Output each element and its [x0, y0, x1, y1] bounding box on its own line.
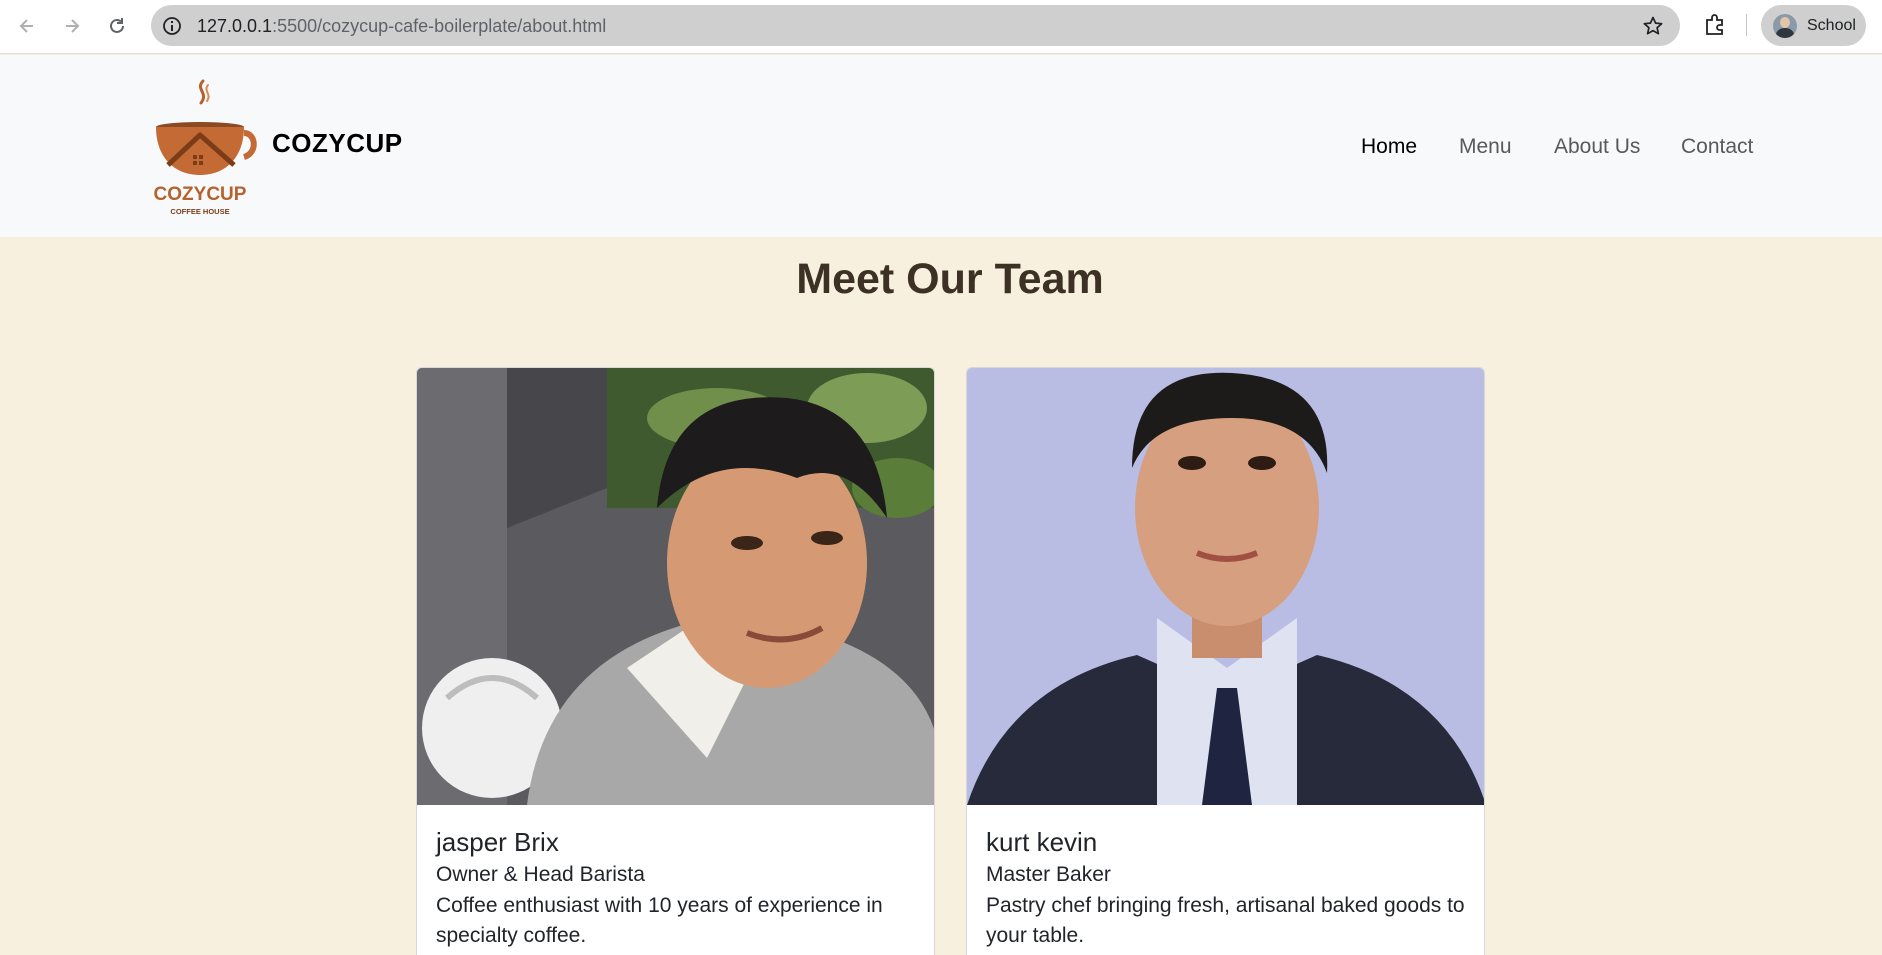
team-member-name: jasper Brix [436, 827, 559, 857]
nav-link-menu[interactable]: Menu [1459, 135, 1512, 159]
reload-button[interactable] [102, 11, 132, 41]
toolbar-divider [1746, 14, 1747, 36]
browser-toolbar: 127.0.0.1:5500/cozycup-cafe-boilerplate/… [0, 0, 1882, 54]
team-card: kurt kevin Master Baker Pastry chef brin… [966, 367, 1485, 955]
nav-link-contact[interactable]: Contact [1681, 135, 1753, 159]
site-info-icon[interactable] [161, 15, 183, 37]
team-card: jasper Brix Owner & Head Barista Coffee … [416, 367, 935, 955]
team-member-role: Owner & Head Barista [436, 863, 645, 886]
back-button[interactable] [12, 11, 42, 41]
nav-link-about-us[interactable]: About Us [1554, 135, 1640, 159]
forward-button[interactable] [57, 11, 87, 41]
logo-subtext: COFFEE HOUSE [170, 207, 229, 216]
logo-text: COZYCUP [154, 184, 247, 205]
profile-button[interactable]: School [1761, 5, 1866, 46]
team-member-name: kurt kevin [986, 827, 1098, 857]
site-header: COZYCUP COFFEE HOUSE COZYCUP Home Menu A… [0, 55, 1882, 237]
cozycup-logo[interactable]: COZYCUP COFFEE HOUSE [148, 75, 260, 217]
url-text[interactable]: 127.0.0.1:5500/cozycup-cafe-boilerplate/… [197, 16, 606, 37]
reload-icon [110, 18, 124, 33]
url-path: :5500/cozycup-cafe-boilerplate/about.htm… [272, 16, 607, 36]
team-member-role: Master Baker [986, 863, 1111, 886]
team-member-photo [967, 368, 1484, 805]
arrow-left-icon [19, 19, 33, 33]
url-host: 127.0.0.1 [197, 16, 273, 36]
extensions-icon[interactable] [1702, 12, 1728, 38]
address-bar[interactable]: 127.0.0.1:5500/cozycup-cafe-boilerplate/… [151, 5, 1680, 46]
brand-name[interactable]: COZYCUP [272, 128, 403, 159]
bookmark-star-icon[interactable] [1642, 15, 1664, 37]
nav-link-home[interactable]: Home [1361, 135, 1417, 159]
profile-label: School [1807, 16, 1856, 34]
team-member-photo [417, 368, 934, 805]
arrow-right-icon [66, 19, 80, 33]
team-member-bio: Coffee enthusiast with 10 years of exper… [436, 894, 883, 947]
team-member-bio: Pastry chef bringing fresh, artisanal ba… [986, 894, 1465, 947]
avatar [1773, 13, 1797, 38]
page-title: Meet Our Team [796, 255, 1104, 303]
